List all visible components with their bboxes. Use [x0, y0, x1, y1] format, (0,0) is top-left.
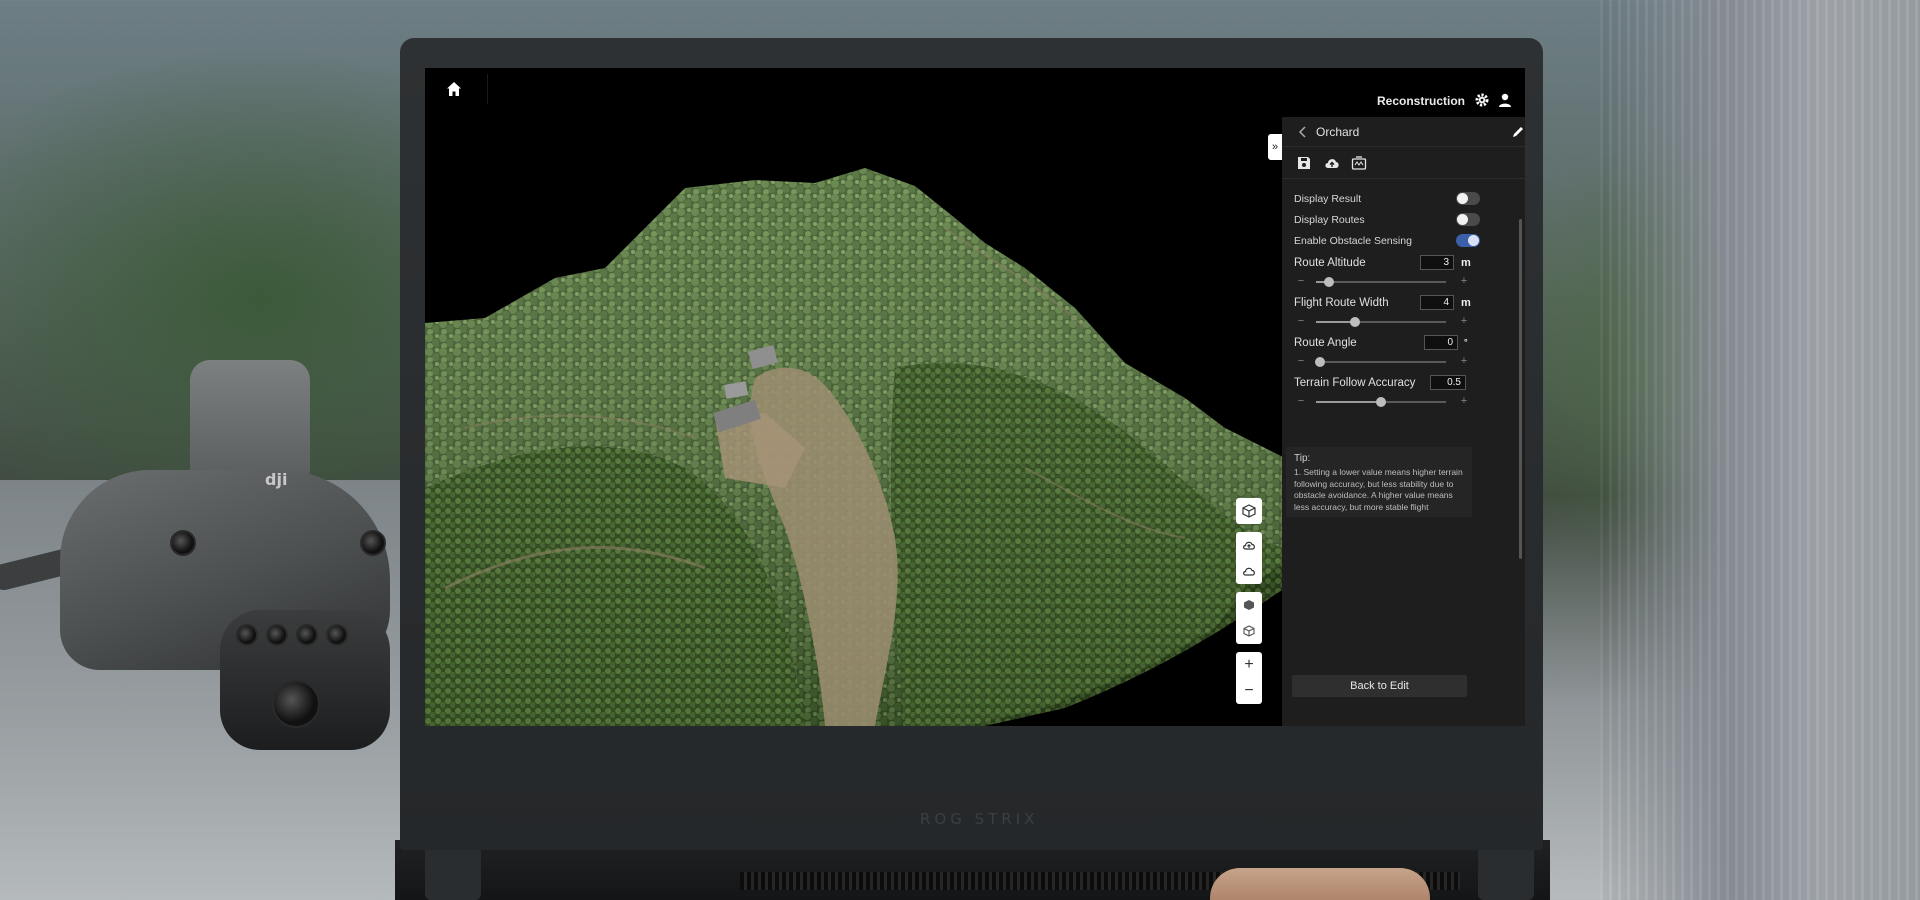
slider-thumb[interactable] — [1376, 397, 1386, 407]
display-result-row: Display Result — [1294, 191, 1480, 211]
model-view-button[interactable] — [1236, 498, 1262, 524]
route-altitude-slider[interactable] — [1316, 277, 1446, 287]
drone-lens — [360, 530, 386, 556]
slider-thumb[interactable] — [1314, 357, 1325, 367]
unit-label: m — [1461, 257, 1471, 269]
background-person — [1600, 0, 1920, 900]
display-routes-toggle[interactable] — [1456, 213, 1480, 226]
decrement-button[interactable]: − — [1296, 356, 1306, 367]
route-angle-param: Route Angle 0 ° − + — [1294, 335, 1470, 373]
increment-button[interactable]: + — [1459, 356, 1469, 367]
unit-label: m — [1461, 297, 1471, 309]
gear-icon[interactable] — [1474, 92, 1490, 108]
slider-thumb[interactable] — [1350, 317, 1360, 327]
collapse-panel-button[interactable]: » — [1268, 134, 1282, 160]
view-tool-group — [1236, 498, 1262, 524]
cloud-upload-icon — [1243, 541, 1255, 550]
solid-model-button[interactable] — [1236, 592, 1262, 618]
route-angle-input[interactable]: 0 — [1424, 335, 1458, 350]
display-result-toggle[interactable] — [1456, 192, 1480, 205]
route-angle-slider[interactable] — [1314, 357, 1446, 367]
app-screen: Reconstruction » + − Orchard Display Res… — [425, 68, 1525, 726]
home-icon — [447, 82, 461, 96]
model-tool-group — [1236, 592, 1262, 644]
param-label: Route Angle — [1294, 337, 1357, 349]
route-altitude-input[interactable]: 3 — [1420, 255, 1454, 270]
drone-camera — [220, 610, 390, 750]
obstacle-sensing-toggle[interactable] — [1456, 234, 1480, 247]
cube-solid-icon — [1244, 600, 1254, 610]
tip-text: 1. Setting a lower value means higher te… — [1294, 467, 1463, 512]
home-button[interactable] — [443, 78, 465, 100]
drone-lens — [326, 624, 348, 646]
laptop-brand: ROG STRIX — [920, 810, 1039, 828]
zoom-tool-group: + − — [1236, 652, 1262, 704]
flight-route-width-slider[interactable] — [1316, 317, 1446, 327]
toggle-label: Enable Obstacle Sensing — [1294, 235, 1412, 247]
drone-lens — [296, 624, 318, 646]
chevron-left-icon[interactable] — [1298, 126, 1308, 138]
obstacle-sensing-row: Enable Obstacle Sensing — [1294, 233, 1480, 253]
route-altitude-param: Route Altitude 3 m − + — [1294, 255, 1471, 293]
topbar-divider — [487, 74, 488, 104]
param-label: Route Altitude — [1294, 257, 1366, 269]
decrement-button[interactable]: − — [1296, 316, 1306, 327]
drone-sensor — [190, 360, 310, 480]
drone-image: dji — [0, 360, 400, 750]
cloud-icon — [1243, 567, 1255, 576]
panel-header: Orchard — [1282, 117, 1525, 147]
map-toolbar: + − — [1236, 498, 1262, 712]
export-kmz-icon[interactable] — [1351, 155, 1367, 171]
page-title: Reconstruction — [1377, 94, 1466, 108]
wire-model-button[interactable] — [1236, 618, 1262, 644]
terrain-follow-accuracy-param: Terrain Follow Accuracy 0.5 − + — [1294, 375, 1470, 413]
route-settings-panel: Orchard Display Result Display Routes En… — [1282, 117, 1525, 726]
drone-lens — [170, 530, 196, 556]
user-icon[interactable] — [1497, 92, 1513, 108]
project-title: Orchard — [1316, 125, 1360, 139]
panel-action-bar — [1282, 147, 1525, 179]
drone-lens — [266, 624, 288, 646]
drone-logo: dji — [265, 470, 288, 489]
display-routes-row: Display Routes — [1294, 212, 1480, 232]
decrement-button[interactable]: − — [1296, 396, 1306, 407]
pencil-icon[interactable] — [1511, 125, 1525, 139]
drone-lens — [236, 624, 258, 646]
cube-outline-icon — [1243, 625, 1255, 637]
terrain-follow-accuracy-input[interactable]: 0.5 — [1430, 375, 1466, 390]
back-to-edit-button[interactable]: Back to Edit — [1292, 675, 1467, 697]
user-hand — [1210, 868, 1430, 900]
param-label: Flight Route Width — [1294, 297, 1389, 309]
cloud-layer-alt-button[interactable] — [1236, 558, 1262, 584]
cube-view-icon — [1242, 504, 1256, 518]
terrain-follow-accuracy-slider[interactable] — [1316, 397, 1446, 407]
increment-button[interactable]: + — [1459, 316, 1469, 327]
cloud-upload-icon[interactable] — [1324, 155, 1340, 171]
slider-thumb[interactable] — [1324, 277, 1334, 287]
flight-route-width-param: Flight Route Width 4 m − + — [1294, 295, 1471, 333]
panel-scrollbar[interactable] — [1519, 219, 1522, 559]
decrement-button[interactable]: − — [1296, 276, 1306, 287]
terrain-3d-model[interactable] — [425, 68, 1285, 726]
increment-button[interactable]: + — [1459, 396, 1469, 407]
tip-box: Tip: 1. Setting a lower value means high… — [1286, 447, 1472, 517]
param-label: Terrain Follow Accuracy — [1294, 377, 1416, 389]
flight-route-width-input[interactable]: 4 — [1420, 295, 1454, 310]
cloud-layer-button[interactable] — [1236, 532, 1262, 558]
toggle-label: Display Result — [1294, 193, 1362, 205]
save-icon[interactable] — [1296, 155, 1312, 171]
zoom-in-button[interactable]: + — [1236, 652, 1262, 678]
layer-tool-group — [1236, 532, 1262, 584]
drone-main-lens — [272, 680, 320, 728]
toggle-label: Display Routes — [1294, 214, 1365, 226]
increment-button[interactable]: + — [1459, 276, 1469, 287]
tip-title: Tip: — [1294, 453, 1311, 464]
zoom-out-button[interactable]: − — [1236, 678, 1262, 704]
unit-label: ° — [1464, 337, 1468, 347]
